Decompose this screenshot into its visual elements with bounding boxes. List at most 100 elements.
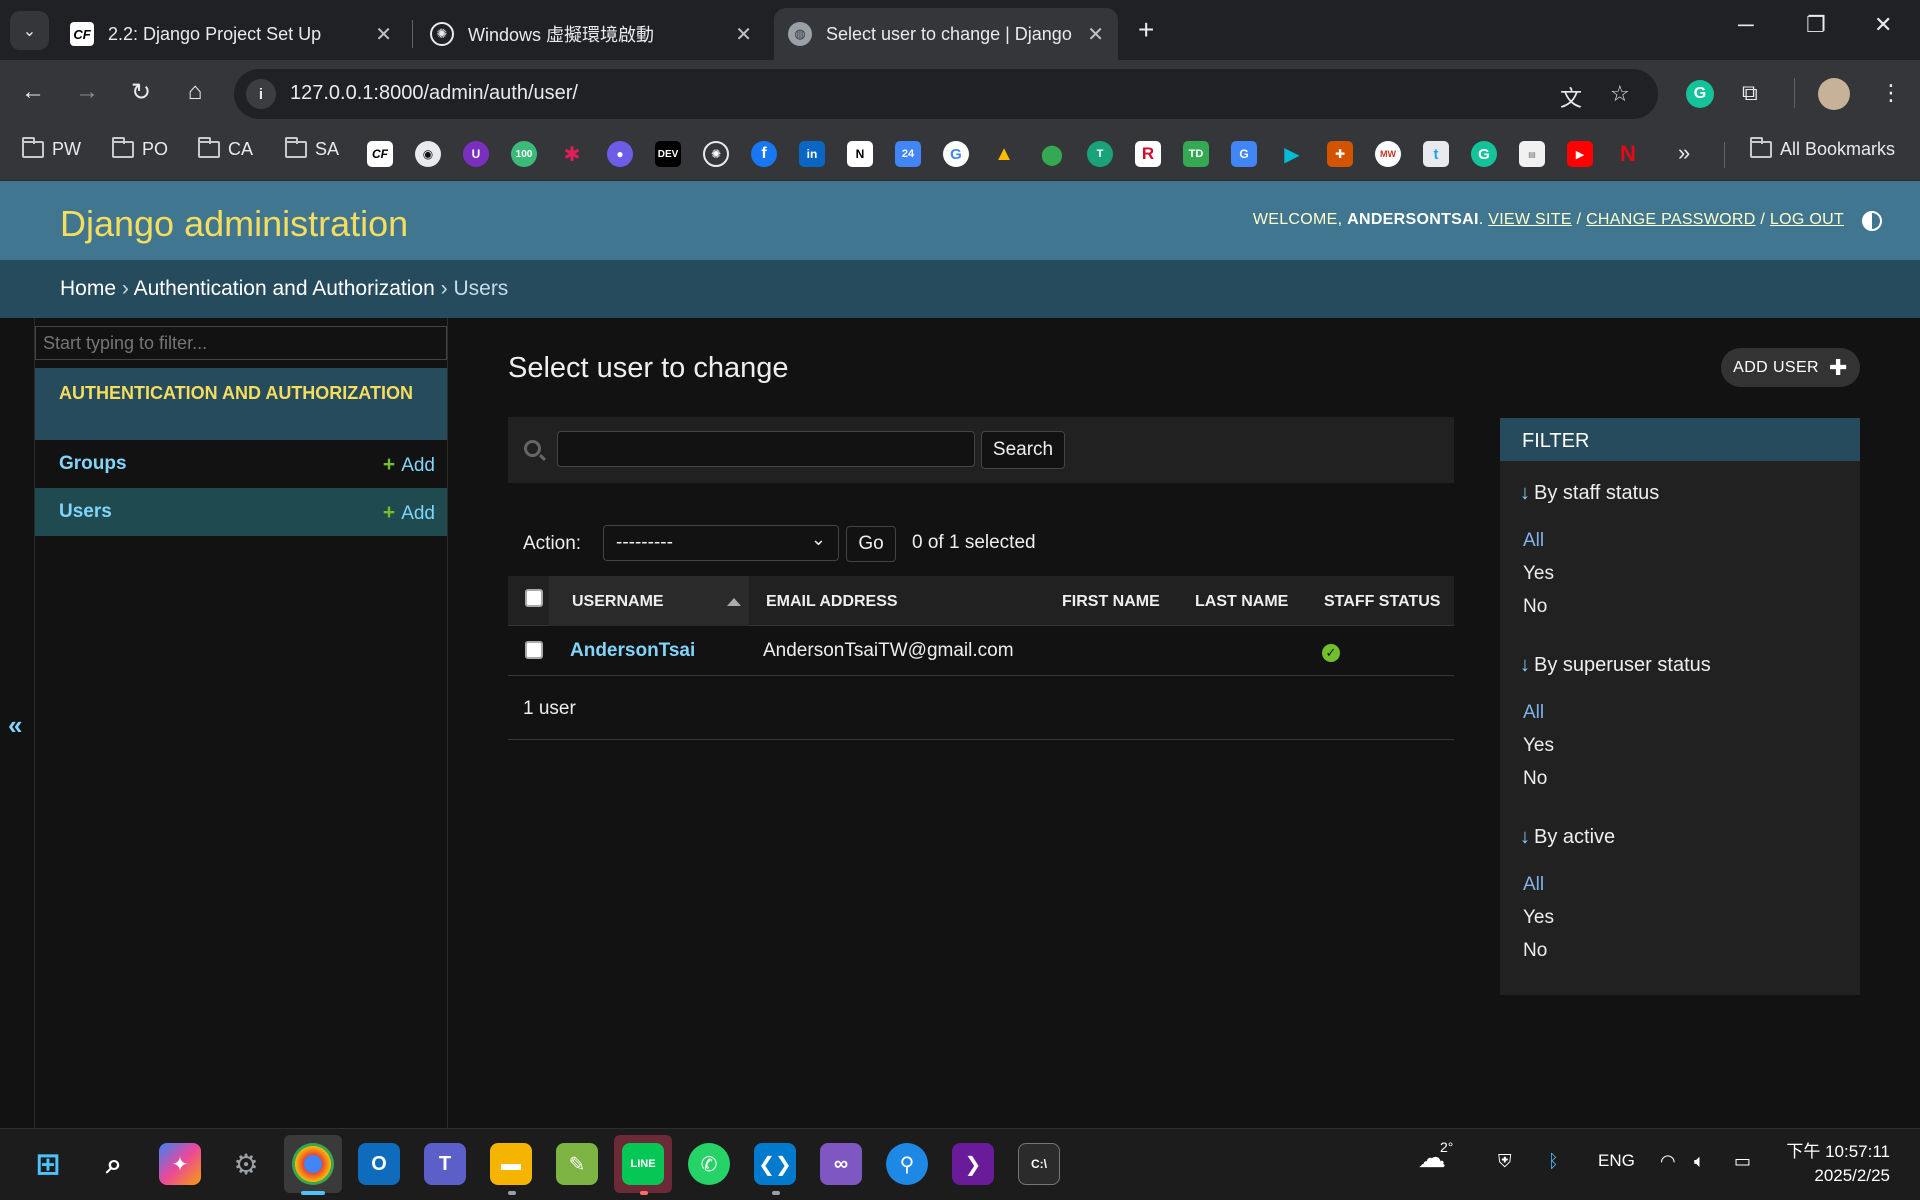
url-text[interactable]: 127.0.0.1:8000/admin/auth/user/ (290, 82, 578, 105)
bookmark-u-icon[interactable]: U (463, 141, 489, 167)
system-clock[interactable]: 下午 10:57:11 2025/2/25 (1786, 1140, 1890, 1188)
breadcrumb-home[interactable]: Home (60, 277, 116, 300)
filter-superuser-yes[interactable]: Yes (1523, 735, 1554, 757)
maps-icon[interactable]: ⬤ (1039, 141, 1065, 167)
groups-link[interactable]: Groups (59, 453, 127, 475)
search-button[interactable]: Search (981, 431, 1065, 469)
battery-icon[interactable]: ▭ (1734, 1151, 1751, 1172)
youtube-icon[interactable]: ▶ (1567, 141, 1593, 167)
close-window-icon[interactable]: ✕ (1874, 12, 1892, 38)
site-info-icon[interactable]: i (246, 79, 276, 109)
select-all-checkbox[interactable] (525, 589, 543, 607)
restore-icon[interactable]: ❐ (1806, 12, 1826, 38)
username-link[interactable]: AndersonTsai (570, 640, 695, 662)
bookmarks-overflow-icon[interactable]: » (1678, 140, 1690, 166)
tab-django-setup[interactable]: CF 2.2: Django Project Set Up ✕ (56, 8, 406, 60)
drive-icon[interactable]: ▲ (991, 141, 1017, 167)
chrome-icon[interactable] (292, 1143, 334, 1185)
filter-active-no[interactable]: No (1523, 940, 1547, 962)
tab-django-users[interactable]: ◍ Select user to change | Django s ✕ (774, 8, 1118, 60)
teams-icon[interactable]: T (424, 1143, 466, 1185)
bookmark-calendar-icon[interactable]: 24 (895, 141, 921, 167)
bookmark-folder-pw[interactable]: PW (22, 137, 81, 160)
wifi-icon[interactable]: ◠ (1660, 1151, 1676, 1172)
bookmark-folder-sa[interactable]: SA (285, 137, 339, 160)
close-tab-icon[interactable]: ✕ (735, 22, 752, 47)
theme-toggle-icon[interactable] (1862, 211, 1882, 231)
filter-active-yes[interactable]: Yes (1523, 907, 1554, 929)
bookmark-t-icon[interactable]: T (1087, 141, 1113, 167)
vscode-icon[interactable]: ❮❯ (754, 1143, 796, 1185)
github-icon[interactable]: ◉ (415, 141, 441, 167)
home-icon[interactable]: ⌂ (178, 78, 212, 106)
breadcrumb-app[interactable]: Authentication and Authorization (134, 277, 435, 300)
defender-shield-icon[interactable]: ⛨ (1498, 1151, 1512, 1172)
bookmark-r-icon[interactable]: R (1135, 141, 1161, 167)
powershell-icon[interactable]: ❯ (952, 1143, 994, 1185)
bookmark-tumblr-icon[interactable]: t (1423, 141, 1449, 167)
bookmark-100-icon[interactable]: 100 (511, 141, 537, 167)
column-email[interactable]: EMAIL ADDRESS (766, 593, 898, 611)
back-arrow-icon[interactable]: ← (16, 78, 50, 106)
whatsapp-icon[interactable]: ✆ (688, 1143, 730, 1185)
notepad-icon[interactable]: ✎ (556, 1143, 598, 1185)
bookmark-cf-icon[interactable]: CF (367, 141, 393, 167)
input-language[interactable]: ENG (1598, 1151, 1635, 1171)
new-tab-button[interactable]: + (1138, 14, 1154, 46)
openai-icon[interactable]: ✺ (703, 141, 729, 167)
kebab-menu-icon[interactable]: ⋮ (1880, 80, 1902, 106)
sort-ascending-icon[interactable] (727, 598, 741, 606)
extensions-puzzle-icon[interactable]: ⧉ (1742, 80, 1758, 106)
column-username[interactable]: USERNAME (572, 593, 664, 611)
action-select[interactable]: --------- ⌄ (603, 525, 839, 561)
line-app-icon[interactable]: LINE (622, 1143, 664, 1185)
log-out-link[interactable]: LOG OUT (1770, 211, 1844, 228)
tab-search-button[interactable]: ⌄ (10, 11, 49, 50)
app-caption-auth[interactable]: Authentication and Authorization (35, 368, 447, 440)
tab-windows-venv[interactable]: ✺ Windows 虛擬環境啟動 ✕ (416, 8, 766, 60)
file-explorer-icon[interactable]: ▬ (490, 1143, 532, 1185)
filter-heading-superuser[interactable]: ↓ By superuser status (1520, 654, 1711, 677)
all-bookmarks-folder[interactable]: All Bookmarks (1750, 137, 1895, 160)
windows-start-icon[interactable]: ⊞ (27, 1143, 69, 1185)
sidebar-collapse-toggle[interactable]: « (8, 710, 22, 741)
search-input[interactable] (557, 431, 975, 467)
translate-icon[interactable]: 文 (1560, 81, 1582, 113)
doc-icon[interactable]: ▤ (1519, 141, 1545, 167)
bookmark-folder-po[interactable]: PO (112, 137, 168, 160)
add-users-link[interactable]: + Add (383, 501, 435, 525)
record-icon[interactable]: ● (607, 141, 633, 167)
column-last-name[interactable]: LAST NAME (1195, 593, 1288, 611)
row-checkbox[interactable] (525, 641, 543, 659)
volume-icon[interactable]: 🔈︎ (1694, 1151, 1705, 1172)
profile-avatar[interactable] (1818, 78, 1850, 110)
crest-icon[interactable]: ✚ (1327, 141, 1353, 167)
column-first-name[interactable]: FIRST NAME (1062, 593, 1160, 611)
visual-studio-icon[interactable]: ∞ (820, 1143, 862, 1185)
filter-superuser-no[interactable]: No (1523, 768, 1547, 790)
filter-active-all[interactable]: All (1523, 874, 1544, 896)
search-icon[interactable]: ⌕ (93, 1143, 135, 1185)
filter-staff-all[interactable]: All (1523, 530, 1544, 552)
facebook-icon[interactable]: f (751, 141, 777, 167)
add-user-button[interactable]: ADD USER ✚ (1721, 348, 1860, 387)
site-branding[interactable]: Django administration (60, 203, 408, 245)
bookmark-google-icon[interactable]: G (943, 141, 969, 167)
add-groups-link[interactable]: + Add (383, 453, 435, 477)
filter-superuser-all[interactable]: All (1523, 702, 1544, 724)
bookmark-grammarly-icon[interactable]: G (1471, 141, 1497, 167)
bookmark-dev-icon[interactable]: DEV (655, 141, 681, 167)
terminal-icon[interactable]: C:\ (1018, 1143, 1060, 1185)
play-icon[interactable]: ▶ (1279, 141, 1305, 167)
bookmark-netflix-icon[interactable]: N (1615, 141, 1641, 167)
translate-icon[interactable]: G (1231, 141, 1257, 167)
nav-filter-input[interactable] (35, 326, 447, 360)
bookmark-td-icon[interactable]: TD (1183, 141, 1209, 167)
filter-staff-no[interactable]: No (1523, 596, 1547, 618)
outlook-icon[interactable]: O (358, 1143, 400, 1185)
location-pin-icon[interactable]: ⚲ (886, 1143, 928, 1185)
reload-icon[interactable]: ↻ (124, 78, 158, 107)
filter-heading-staff[interactable]: ↓ By staff status (1520, 482, 1659, 505)
bookmark-notion-icon[interactable]: N (847, 141, 873, 167)
slack-icon[interactable]: ✱ (559, 141, 585, 167)
